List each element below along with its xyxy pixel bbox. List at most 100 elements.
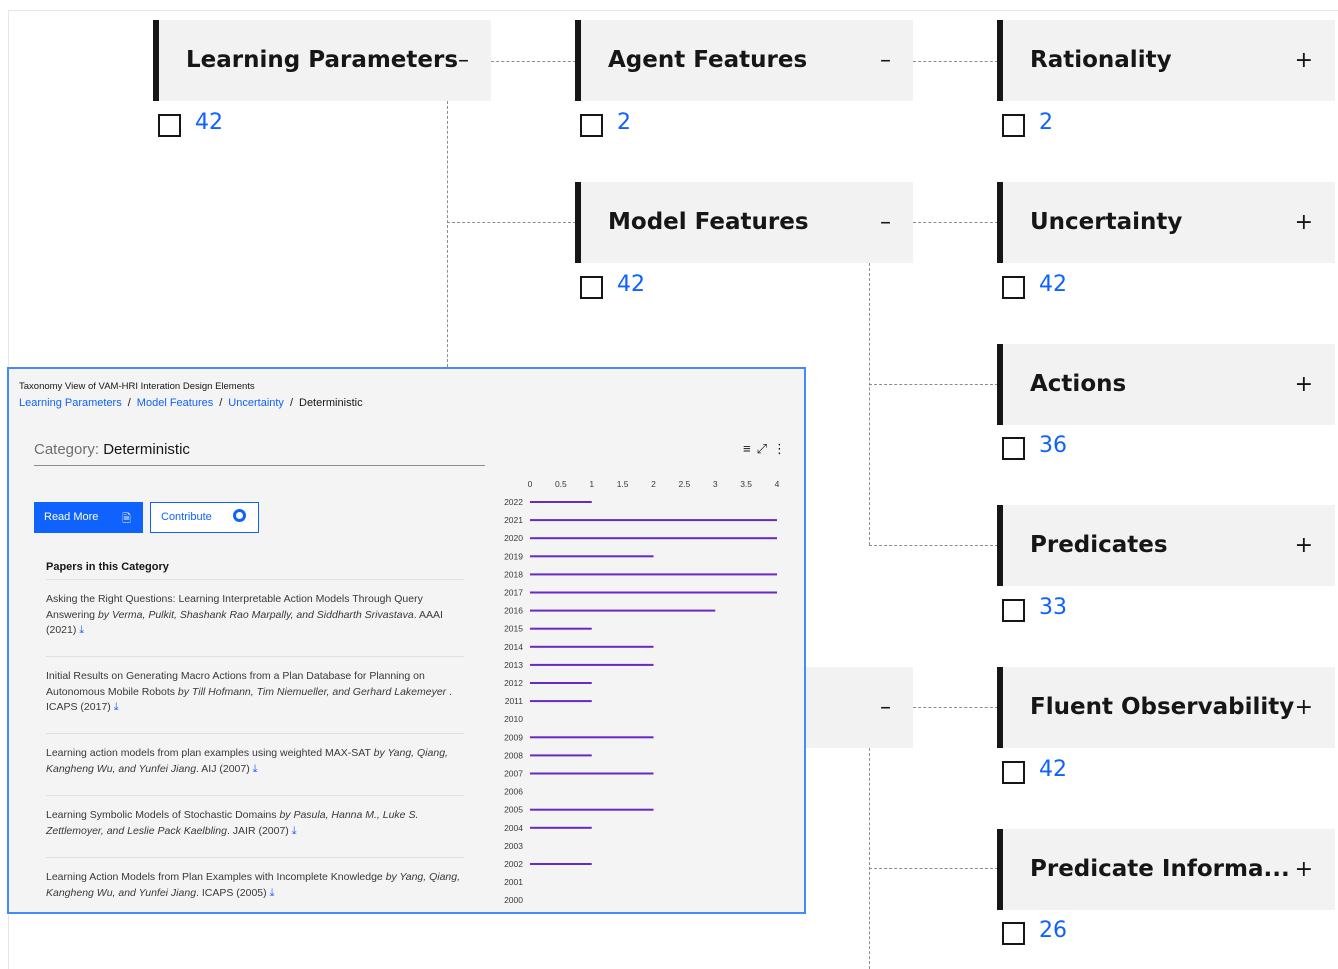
- chart-toolbar: ≡⤢⋮: [743, 441, 792, 457]
- y-tick-label: 2005: [504, 805, 523, 815]
- year-bar[interactable]: [530, 772, 654, 775]
- year-bar[interactable]: [530, 808, 654, 811]
- download-icon[interactable]: ⤓: [114, 701, 119, 713]
- y-tick-label: 2018: [504, 569, 523, 579]
- paper-count-link[interactable]: 36: [1039, 433, 1067, 458]
- breadcrumb-link[interactable]: Learning Parameters: [19, 397, 122, 409]
- paper-title: Learning Symbolic Models of Stochastic D…: [46, 809, 277, 821]
- year-bar[interactable]: [530, 591, 777, 594]
- year-bar[interactable]: [530, 555, 654, 558]
- year-bar[interactable]: [530, 863, 592, 865]
- download-icon[interactable]: ⤓: [253, 763, 258, 775]
- y-tick-label: 2004: [504, 823, 523, 833]
- year-bar[interactable]: [530, 700, 592, 703]
- y-tick-label: 2014: [504, 642, 523, 652]
- year-bar[interactable]: [530, 736, 654, 739]
- select-checkbox[interactable]: [1002, 761, 1025, 784]
- download-icon[interactable]: ⤓: [79, 624, 84, 636]
- expand-toggle[interactable]: +: [1295, 182, 1313, 263]
- select-checkbox[interactable]: [158, 114, 181, 137]
- node-title: Learning Parameters: [186, 47, 459, 73]
- x-tick-label: 1.5: [617, 479, 629, 489]
- select-checkbox[interactable]: [1002, 437, 1025, 460]
- expand-icon[interactable]: ⤢: [757, 441, 773, 456]
- y-tick-label: 2017: [504, 588, 523, 598]
- year-bar[interactable]: [530, 682, 592, 684]
- papers-heading: Papers in this Category: [46, 561, 169, 573]
- document-icon: 🗎: [122, 513, 131, 525]
- collapse-toggle[interactable]: –: [880, 20, 891, 101]
- year-bar[interactable]: [530, 754, 592, 757]
- expand-toggle[interactable]: +: [1295, 667, 1313, 748]
- y-tick-label: 2001: [504, 877, 523, 887]
- node-learning-parameters[interactable]: Learning Parameters –: [153, 20, 491, 101]
- select-checkbox[interactable]: [580, 114, 603, 137]
- year-bar[interactable]: [530, 519, 777, 522]
- paper-count-link[interactable]: 2: [1039, 110, 1053, 135]
- node-title: Actions: [1030, 371, 1127, 397]
- paper-count-link[interactable]: 42: [195, 110, 223, 135]
- breadcrumb-link[interactable]: Uncertainty: [228, 397, 284, 409]
- connector: [869, 868, 998, 869]
- expand-toggle[interactable]: +: [1295, 344, 1313, 425]
- node-fluent-observability[interactable]: Fluent Observability +: [997, 667, 1335, 748]
- year-bar[interactable]: [530, 627, 592, 630]
- paper-authors: by Till Hofmann, Tim Niemueller, and Ger…: [177, 685, 447, 698]
- y-tick-label: 2010: [504, 714, 523, 724]
- node-rationality[interactable]: Rationality +: [997, 20, 1335, 101]
- paper-count-link[interactable]: 42: [617, 272, 645, 297]
- year-bar[interactable]: [530, 573, 777, 576]
- contribute-button[interactable]: Contribute: [150, 502, 259, 533]
- node-predicate-information[interactable]: Predicate Informa... +: [997, 829, 1335, 910]
- breadcrumb-link[interactable]: Model Features: [137, 397, 213, 409]
- node-title: Predicates: [1030, 532, 1168, 558]
- x-tick-label: 2.5: [678, 479, 690, 489]
- year-bar[interactable]: [530, 501, 592, 503]
- y-tick-label: 2007: [504, 769, 523, 779]
- collapse-toggle[interactable]: –: [458, 20, 469, 101]
- node-agent-features[interactable]: Agent Features –: [575, 20, 913, 101]
- connector: [447, 101, 448, 367]
- paper-item: Initial Results on Generating Macro Acti…: [46, 656, 464, 716]
- y-tick-label: 2016: [504, 606, 523, 616]
- year-bar[interactable]: [530, 663, 654, 666]
- paper-item: Asking the Right Questions: Learning Int…: [46, 579, 464, 639]
- download-icon[interactable]: ⤓: [270, 887, 275, 899]
- select-checkbox[interactable]: [1002, 276, 1025, 299]
- expand-toggle[interactable]: +: [1295, 829, 1313, 910]
- select-checkbox[interactable]: [1002, 922, 1025, 945]
- collapse-toggle[interactable]: –: [880, 182, 891, 263]
- node-model-features[interactable]: Model Features –: [575, 182, 913, 263]
- node-uncertainty[interactable]: Uncertainty +: [997, 182, 1335, 263]
- y-tick-label: 2006: [504, 787, 523, 797]
- paper-venue: . ICAPS (2005): [196, 886, 267, 899]
- collapse-toggle[interactable]: –: [880, 667, 891, 748]
- connector: [913, 222, 998, 223]
- node-actions[interactable]: Actions +: [997, 344, 1335, 425]
- year-bar[interactable]: [530, 609, 716, 612]
- select-checkbox[interactable]: [1002, 599, 1025, 622]
- y-tick-label: 2003: [504, 841, 523, 851]
- expand-toggle[interactable]: +: [1295, 505, 1313, 586]
- expand-toggle[interactable]: +: [1295, 20, 1313, 101]
- year-bar[interactable]: [530, 645, 654, 648]
- paper-venue: . AIJ (2007): [196, 762, 250, 775]
- paper-count-link[interactable]: 33: [1039, 595, 1067, 620]
- download-icon[interactable]: ⤓: [292, 825, 297, 837]
- paper-count-link[interactable]: 26: [1039, 918, 1067, 943]
- x-tick-label: 0: [528, 479, 533, 489]
- paper-count-link[interactable]: 42: [1039, 272, 1067, 297]
- paper-count-link[interactable]: 42: [1039, 757, 1067, 782]
- table-view-icon[interactable]: ≡: [743, 441, 757, 456]
- select-checkbox[interactable]: [580, 276, 603, 299]
- paper-authors: by Verma, Pulkit, Shashank Rao Marpally,…: [97, 608, 414, 621]
- read-more-button[interactable]: Read More 🗎: [34, 502, 143, 533]
- breadcrumb-separator: /: [127, 397, 131, 409]
- paper-item: Learning Symbolic Models of Stochastic D…: [46, 795, 464, 839]
- overflow-menu-icon[interactable]: ⋮: [773, 441, 792, 456]
- node-predicates[interactable]: Predicates +: [997, 505, 1335, 586]
- year-bar[interactable]: [530, 826, 592, 829]
- year-bar[interactable]: [530, 537, 777, 540]
- select-checkbox[interactable]: [1002, 114, 1025, 137]
- paper-count-link[interactable]: 2: [617, 110, 631, 135]
